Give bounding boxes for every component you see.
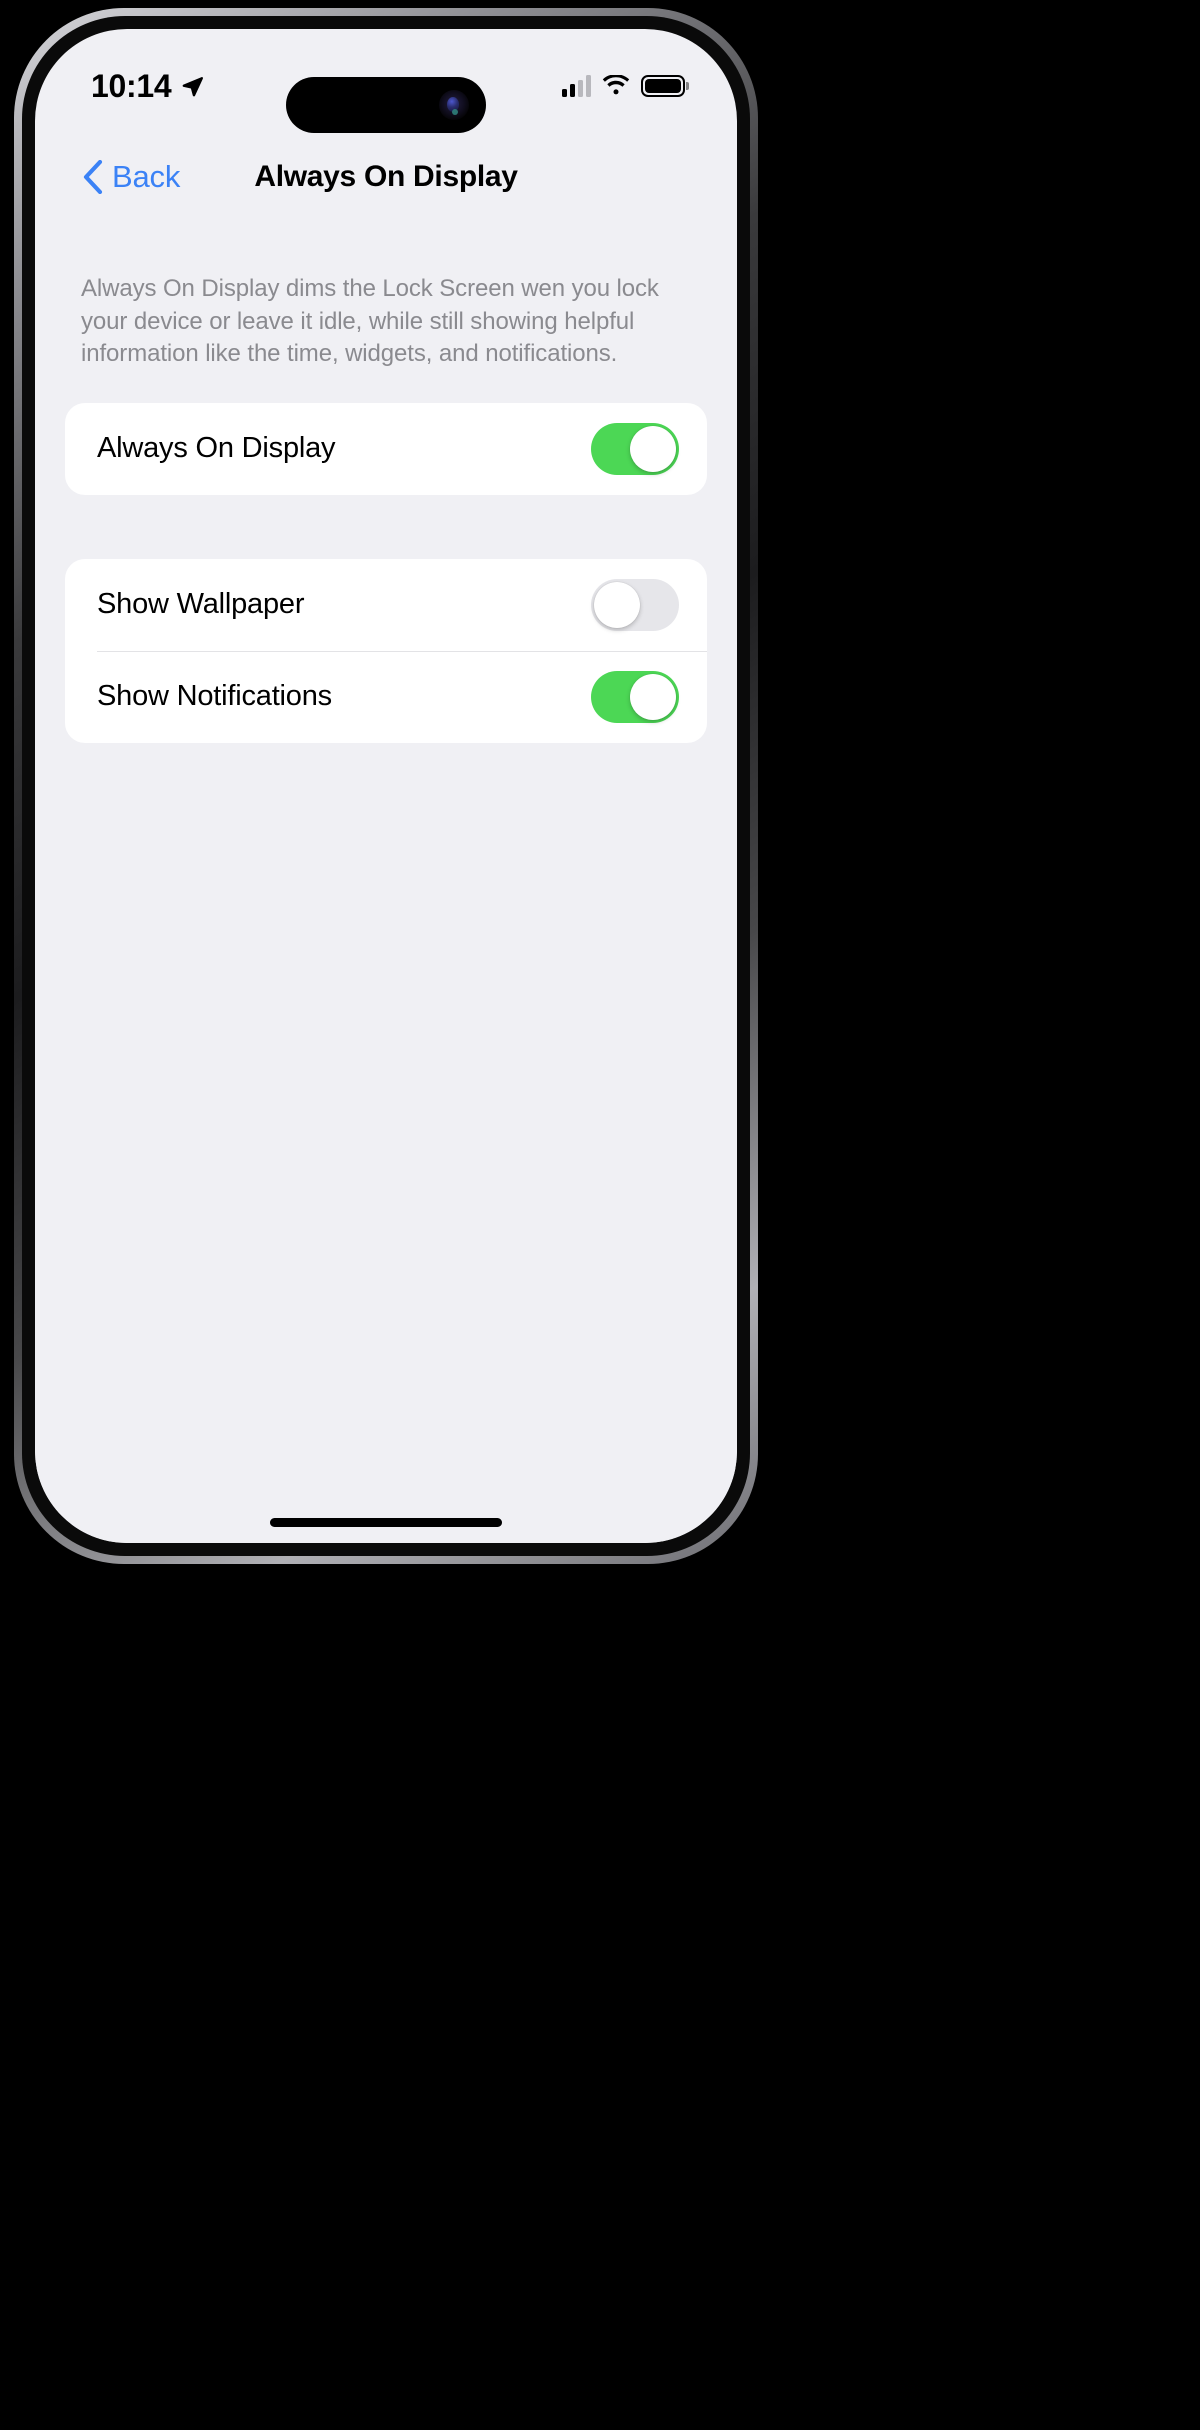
back-button-label: Back — [112, 159, 181, 194]
toggle-show-notifications[interactable] — [591, 670, 679, 723]
toggle-show-wallpaper[interactable] — [591, 578, 679, 631]
wifi-icon — [602, 75, 630, 95]
row-label: Show Notifications — [97, 680, 332, 713]
row-always-on-display[interactable]: Always On Display — [65, 403, 707, 495]
toggle-knob — [630, 673, 676, 720]
page-title: Always On Display — [254, 160, 518, 193]
settings-content: Always On Display dims the Lock Screen w… — [35, 207, 737, 1543]
settings-group-primary: Always On Display — [65, 402, 707, 495]
back-button[interactable]: Back — [83, 159, 180, 195]
home-indicator[interactable] — [270, 1518, 502, 1527]
cellular-signal-icon — [562, 75, 591, 97]
row-show-wallpaper[interactable]: Show Wallpaper — [65, 559, 707, 651]
toggle-always-on-display[interactable] — [591, 422, 679, 475]
status-bar-right — [562, 75, 685, 97]
toggle-knob — [630, 425, 676, 472]
status-bar-left: 10:14 — [91, 68, 204, 105]
phone-bezel: 10:14 Back Always On Display Always On D… — [22, 16, 750, 1556]
location-arrow-icon — [183, 77, 204, 97]
row-label: Show Wallpaper — [97, 588, 305, 621]
row-label: Always On Display — [97, 432, 336, 465]
phone-stage: 10:14 Back Always On Display Always On D… — [0, 0, 1200, 2430]
status-bar-time: 10:14 — [91, 67, 172, 104]
navigation-bar: Back Always On Display — [35, 147, 737, 207]
front-camera-icon — [439, 90, 469, 120]
toggle-knob — [594, 581, 640, 628]
section-description: Always On Display dims the Lock Screen w… — [81, 275, 659, 368]
battery-full-icon — [641, 75, 685, 97]
phone-frame: 10:14 Back Always On Display Always On D… — [14, 8, 758, 1564]
dynamic-island[interactable] — [286, 77, 486, 133]
row-show-notifications[interactable]: Show Notifications — [65, 650, 707, 743]
phone-screen: 10:14 Back Always On Display Always On D… — [35, 29, 737, 1543]
settings-group-options: Show Wallpaper Show Notifications — [65, 558, 707, 743]
chevron-left-icon — [83, 160, 103, 194]
